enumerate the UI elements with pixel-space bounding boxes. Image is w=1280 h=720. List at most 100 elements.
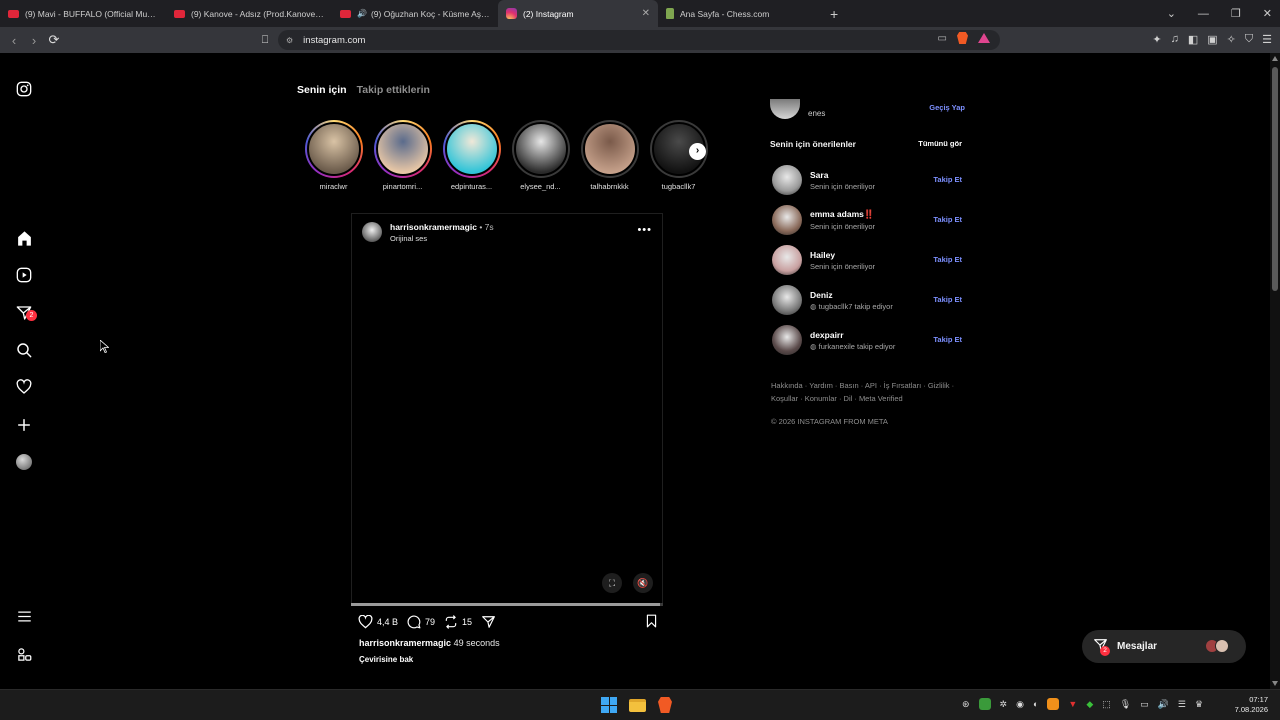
story-item[interactable]: pinartomri... (372, 120, 433, 191)
repost-button[interactable]: 15 (444, 615, 472, 629)
vpn-icon[interactable]: ⛉ (1245, 33, 1253, 46)
wifi-icon[interactable]: ☰ (1178, 699, 1186, 710)
suggestion-avatar[interactable] (772, 325, 802, 355)
story-item[interactable]: edpinturas... (441, 120, 502, 191)
maximize-button[interactable]: ❐ (1231, 7, 1241, 20)
tray-app-icon[interactable]: ⊛ (962, 699, 970, 710)
new-tab-button[interactable]: + (830, 6, 838, 22)
tab-for-you[interactable]: Senin için (297, 84, 347, 96)
nvidia-icon[interactable] (978, 698, 991, 710)
scroll-up-arrow[interactable] (1272, 56, 1278, 61)
address-bar[interactable]: ⚙ instagram.com ▭ (278, 30, 1000, 50)
page-scrollbar[interactable] (1270, 53, 1280, 689)
tab-audio-icon[interactable]: 🔊 (357, 9, 367, 18)
tab-search-icon[interactable]: ⌄ (1167, 7, 1176, 20)
scroll-thumb[interactable] (1272, 67, 1278, 291)
share-button[interactable] (481, 615, 500, 629)
brave-rewards-icon[interactable] (978, 33, 990, 43)
reload-button[interactable]: ⟳ (44, 32, 64, 48)
messages-button[interactable]: 2 Mesajlar (1082, 630, 1246, 663)
see-all-link[interactable]: Tümünü gör (918, 139, 962, 149)
browser-tab[interactable]: (9) Kanove - Adsız (Prod.Kanove) - Yo (166, 0, 332, 27)
stories-next-button[interactable]: › (689, 143, 706, 160)
tray-app-icon[interactable]: ✲ (1000, 699, 1008, 710)
menu-icon[interactable]: ☰ (1262, 33, 1272, 46)
create-plus-icon[interactable] (14, 415, 34, 435)
back-button[interactable]: ‹ (4, 33, 24, 48)
follow-button[interactable]: Takip Et (933, 295, 962, 304)
also-from-meta-icon[interactable] (14, 644, 34, 664)
browser-tab[interactable]: (2) Instagram ✕ (498, 0, 658, 27)
suggestion-username[interactable]: Hailey (810, 250, 875, 260)
tray-app-icon[interactable]: ♛ (1195, 699, 1203, 710)
follow-button[interactable]: Takip Et (933, 175, 962, 184)
profile-avatar[interactable] (14, 452, 34, 472)
suggestion-avatar[interactable] (772, 245, 802, 275)
scroll-down-arrow[interactable] (1272, 681, 1278, 686)
follow-button[interactable]: Takip Et (933, 335, 962, 344)
post-author-avatar[interactable] (362, 222, 382, 242)
bookmark-icon[interactable]: ⎕ (255, 34, 275, 47)
follow-button[interactable]: Takip Et (933, 255, 962, 264)
browser-tab[interactable]: 🔊 (9) Oğuzhan Koç - Küsme Aşka - (332, 0, 498, 27)
comment-button[interactable]: 79 (407, 615, 435, 629)
discord-icon[interactable]: ◉ (1016, 699, 1024, 710)
suggestion-avatar[interactable] (772, 165, 802, 195)
wallet-icon[interactable]: ▣ (1207, 33, 1217, 46)
tray-app-icon[interactable]: ◐ (1033, 699, 1038, 709)
mute-icon[interactable]: 🔇 (633, 573, 653, 593)
tray-app-icon[interactable] (1047, 698, 1060, 710)
fullscreen-icon[interactable]: ⛶ (602, 573, 622, 593)
microphone-icon[interactable]: 🎙 (1120, 699, 1131, 710)
browser-tab[interactable]: (9) Mavi - BUFFALO (Official Music V (0, 0, 166, 27)
media-icon[interactable]: ♫ (1171, 33, 1179, 46)
cast-icon[interactable]: ▭ (938, 33, 947, 44)
instagram-logo-icon[interactable] (14, 79, 34, 99)
suggestion-username[interactable]: dexpairr (810, 330, 895, 340)
story-item[interactable]: talhabrnkkk (579, 120, 640, 191)
suggestion-username[interactable]: emma adams‼️ (810, 209, 875, 220)
current-account-avatar[interactable] (770, 99, 800, 119)
taskbar-clock[interactable]: 07:17 7.08.2026 (1235, 695, 1268, 715)
footer-links[interactable]: Hakkında · Yardım · Basın · API · İş Fır… (771, 379, 961, 405)
home-icon[interactable] (14, 228, 34, 248)
suggestion-username[interactable]: Deniz (810, 290, 893, 300)
close-tab-icon[interactable]: ✕ (642, 8, 650, 19)
volume-icon[interactable]: 🔊 (1158, 699, 1169, 710)
post-audio-label[interactable]: Orijinal ses (390, 234, 494, 243)
post-video[interactable]: ⛶ 🔇 (352, 252, 662, 602)
sidebar-icon[interactable]: ◧ (1188, 33, 1198, 46)
leo-ai-icon[interactable]: ✧ (1227, 33, 1236, 46)
tray-app-icon[interactable]: ⬚ (1102, 699, 1111, 710)
caption-username[interactable]: harrisonkramermagic (359, 638, 451, 648)
messages-nav-icon[interactable]: 2 (14, 303, 37, 323)
notifications-heart-icon[interactable] (14, 377, 34, 397)
see-translation-link[interactable]: Çevirisine bak (359, 655, 413, 664)
site-info-icon[interactable]: ⚙ (286, 36, 293, 45)
windows-start-icon[interactable] (601, 697, 617, 713)
search-icon[interactable] (14, 340, 34, 360)
suggestion-avatar[interactable] (772, 205, 802, 235)
story-item[interactable]: elysee_nd... (510, 120, 571, 191)
save-button[interactable] (645, 614, 658, 630)
close-window-button[interactable]: ✕ (1263, 7, 1272, 20)
browser-tab[interactable]: Ana Sayfa - Chess.com (658, 0, 824, 27)
reels-icon[interactable] (14, 265, 34, 285)
video-progress-bar[interactable] (351, 603, 663, 606)
like-button[interactable]: 4,4 B (358, 615, 398, 629)
suggestion-username[interactable]: Sara (810, 170, 875, 180)
more-menu-icon[interactable] (14, 606, 34, 626)
network-icon[interactable]: ▭ (1140, 699, 1149, 710)
suggestion-avatar[interactable] (772, 285, 802, 315)
tab-following[interactable]: Takip ettiklerin (357, 84, 430, 96)
tray-app-icon[interactable]: ◆ (1086, 699, 1093, 710)
file-explorer-icon[interactable] (629, 698, 646, 712)
extensions-icon[interactable]: ✦ (1152, 33, 1161, 46)
tray-app-icon[interactable]: ▼ (1068, 699, 1077, 709)
switch-account-link[interactable]: Geçiş Yap (929, 103, 965, 112)
story-item[interactable]: miraclwr (303, 120, 364, 191)
post-username[interactable]: harrisonkramermagic (390, 222, 477, 232)
brave-shields-icon[interactable] (957, 32, 968, 44)
minimize-button[interactable]: — (1198, 8, 1209, 20)
follow-button[interactable]: Takip Et (933, 215, 962, 224)
